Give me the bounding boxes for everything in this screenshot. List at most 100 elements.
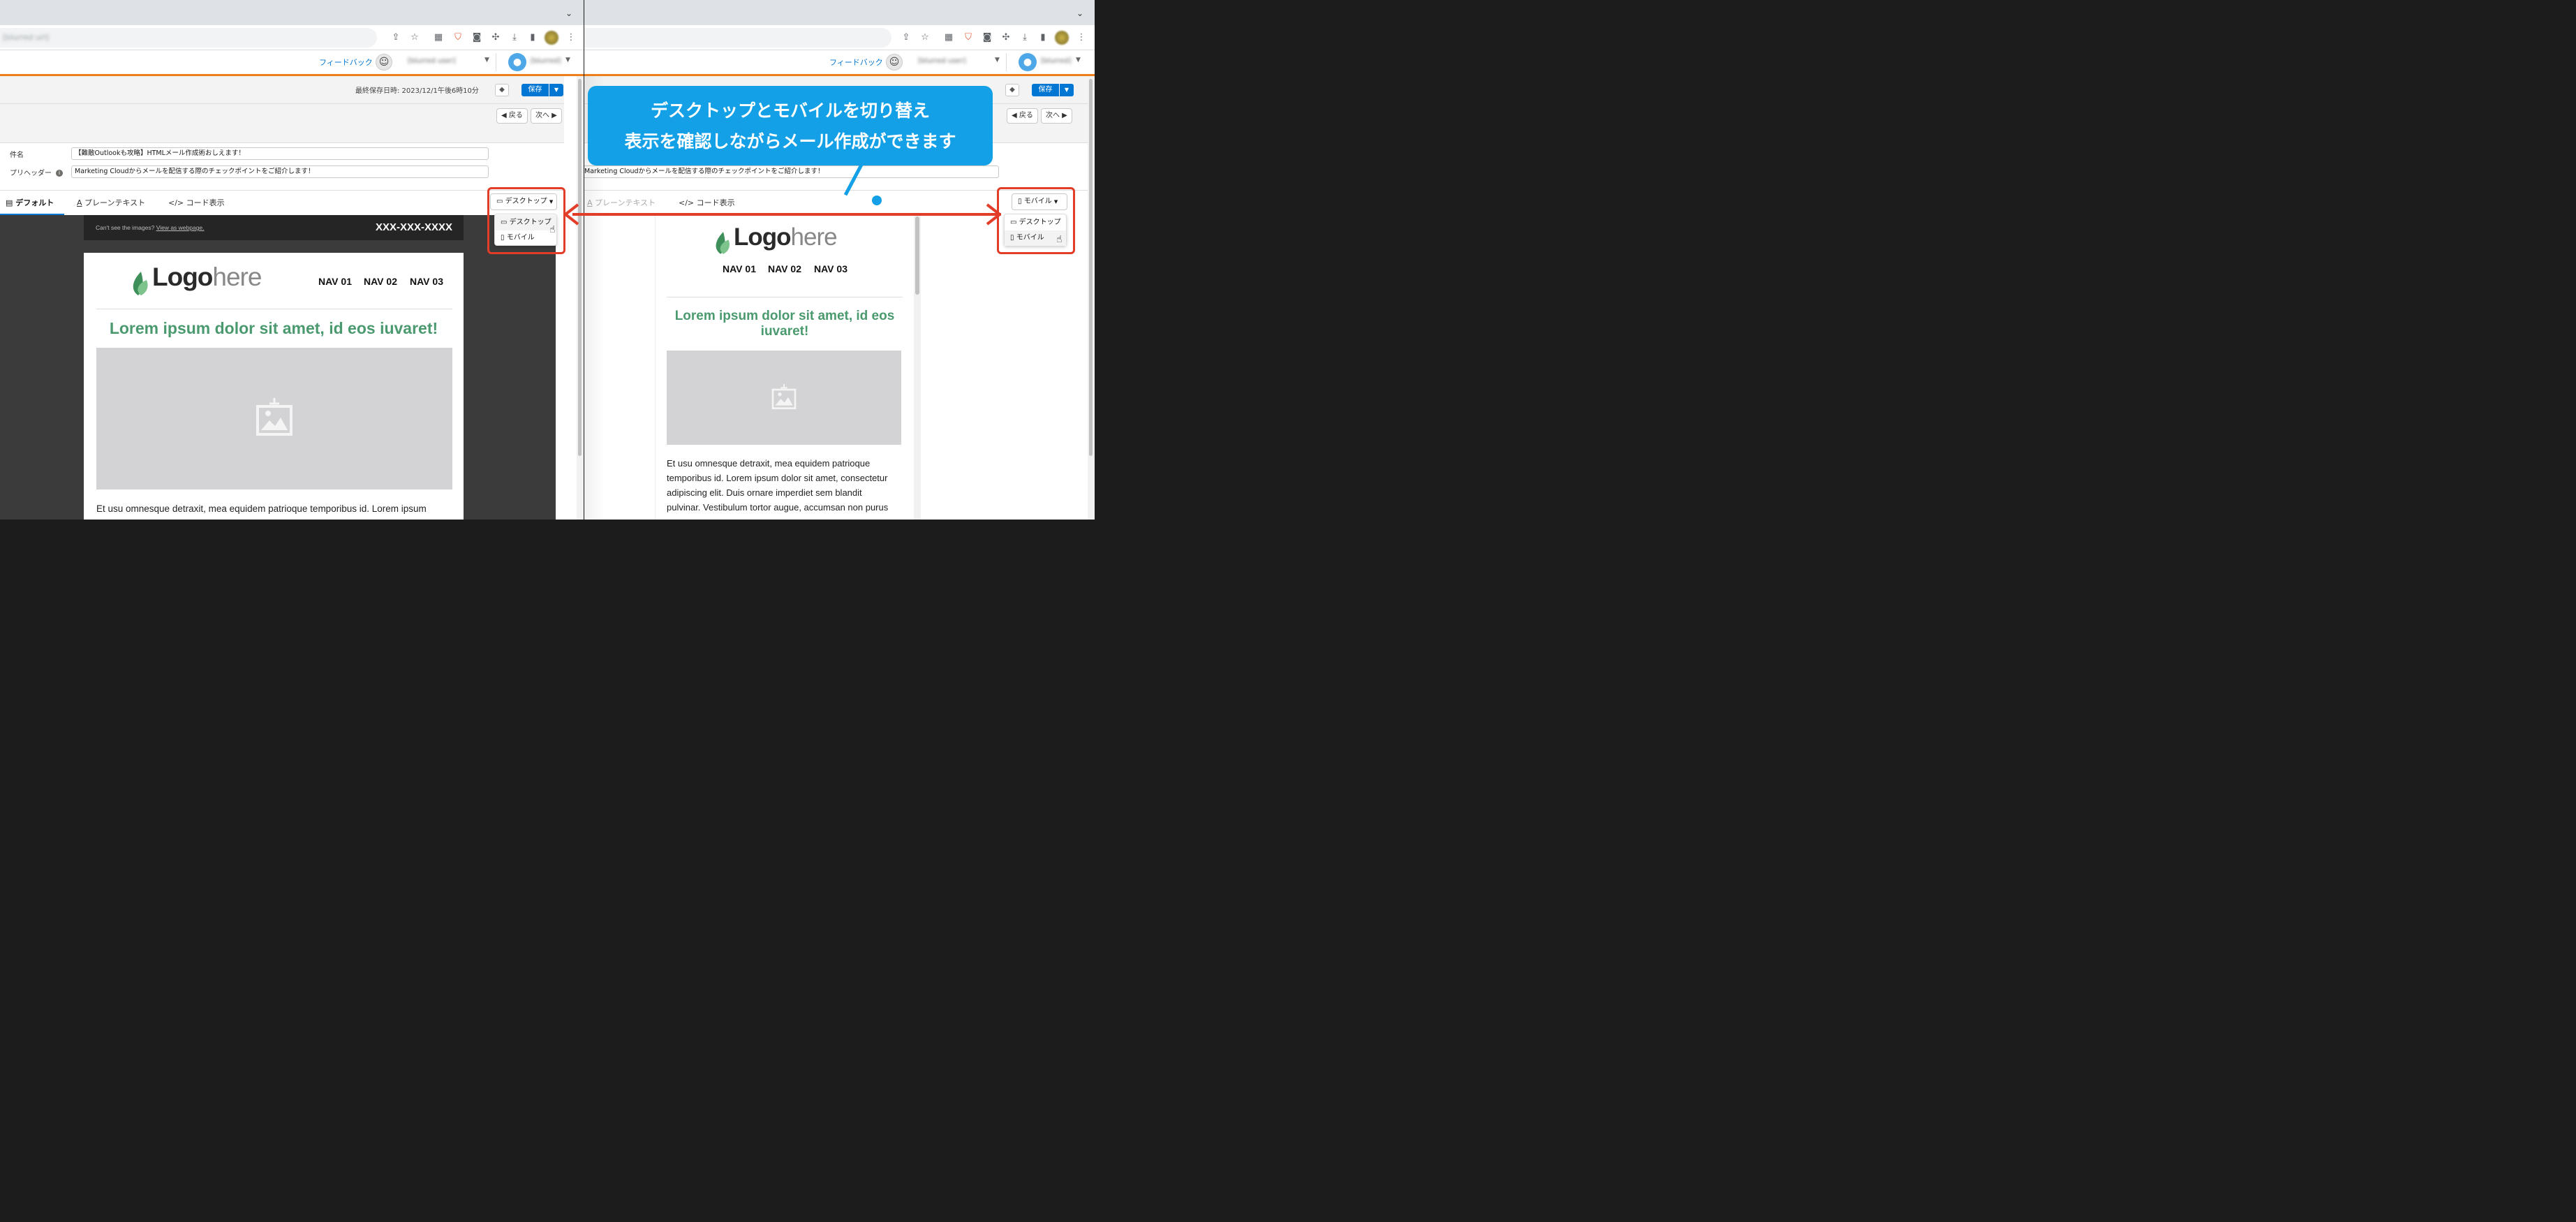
profile-avatar-icon[interactable] <box>1055 31 1069 45</box>
email-nav-1[interactable]: NAV 01 <box>318 276 352 287</box>
user-name-blurred: [blurred] <box>531 57 561 65</box>
callout-line-2: 表示を確認しながらメール作成ができます <box>624 131 956 152</box>
feedback-link[interactable]: フィードバック <box>829 57 883 68</box>
tab-default[interactable]: ▤ デフォルト <box>6 197 54 208</box>
address-bar[interactable] <box>584 28 891 47</box>
tag-icon[interactable]: ◆ <box>1005 84 1019 96</box>
scrollbar-thumb[interactable] <box>915 216 919 295</box>
email-preheader-bar: Can't see the images? View as webpage. X… <box>84 215 464 240</box>
phone-number: XXX-XXX-XXXX <box>375 221 452 233</box>
page-scrollbar[interactable] <box>577 76 584 520</box>
caret-down-icon[interactable]: ▼ <box>565 57 570 64</box>
email-nav-3[interactable]: NAV 03 <box>410 276 443 287</box>
page-scrollbar[interactable] <box>1088 76 1095 520</box>
chevron-down-icon[interactable]: ⌄ <box>1076 8 1083 18</box>
tag-icon[interactable]: ◆ <box>495 84 509 96</box>
headline-line-2: iuvaret! <box>760 324 809 339</box>
email-nav-3[interactable]: NAV 03 <box>814 263 847 274</box>
star-icon[interactable]: ☆ <box>409 32 420 43</box>
tab-code-view-label: コード表示 <box>186 198 225 207</box>
arrow-head-right-icon <box>986 203 1001 226</box>
email-body-card: Logohere NAV 01 NAV 02 NAV 03 Lorem ipsu… <box>656 215 914 520</box>
puzzle-icon[interactable]: ✣ <box>1000 32 1012 43</box>
einstein-avatar-icon: ☺ <box>376 54 392 71</box>
next-button[interactable]: 次へ ▶ <box>1041 108 1072 124</box>
star-icon[interactable]: ☆ <box>919 32 931 43</box>
wizard-nav: ◀ 戻る 次へ ▶ <box>0 104 564 143</box>
kebab-menu-icon[interactable]: ⋮ <box>565 32 577 43</box>
chevron-down-icon[interactable]: ⌄ <box>565 8 572 18</box>
save-button[interactable]: 保存 <box>1032 84 1059 96</box>
preheader-field[interactable]: Marketing Cloudからメールを配信する際のチェックポイントをご紹介し… <box>584 165 999 178</box>
salesforce-header: フィードバック ☺ [blurred user] ▼ ● [blurred] ▼ <box>584 50 1095 74</box>
share-icon[interactable]: ⇪ <box>901 32 912 43</box>
salesforce-header: フィードバック ☺ [blurred user] ▼ ● [blurred] ▼ <box>0 50 584 74</box>
caret-down-icon[interactable]: ▼ <box>1076 57 1081 64</box>
preheader-text: Can't see the images? View as webpage. <box>96 224 205 231</box>
callout-pointer-dot <box>872 196 882 205</box>
callout-line-1: デスクトップとモバイルを切り替え <box>650 101 930 121</box>
save-menu-caret-icon[interactable]: ▼ <box>1060 84 1074 96</box>
subject-label: 件名 <box>10 152 24 159</box>
browser-tab-strip: ⌄ <box>584 0 1095 25</box>
page-scrollbar-thumb[interactable] <box>578 79 582 456</box>
address-bar[interactable]: [blurred url] <box>0 28 377 47</box>
view-webpage-link[interactable]: View as webpage. <box>156 224 205 231</box>
share-icon[interactable]: ⇪ <box>390 32 401 43</box>
dropdown-highlight-frame <box>997 187 1075 254</box>
org-name-blurred: [blurred user] <box>918 57 966 65</box>
preheader-label-text: プリヘッダー <box>10 170 52 177</box>
puzzle-icon[interactable]: ✣ <box>490 32 501 43</box>
camera-icon[interactable]: ◙ <box>471 32 482 43</box>
page-scrollbar-thumb[interactable] <box>1089 79 1093 456</box>
profile-avatar-icon[interactable] <box>545 31 558 45</box>
preheader-field[interactable]: Marketing Cloudからメールを配信する際のチェックポイントをご紹介し… <box>71 165 489 178</box>
double-arrow-line <box>572 213 1001 216</box>
back-button[interactable]: ◀ 戻る <box>496 108 528 124</box>
sidebar-icon[interactable]: ▮ <box>1037 32 1049 43</box>
camera-icon[interactable]: ◙ <box>982 32 993 43</box>
logo-bold: Logo <box>152 263 213 291</box>
tab-code-view[interactable]: </> コード表示 <box>168 197 225 208</box>
user-avatar[interactable]: ● <box>508 53 526 71</box>
tab-default-label: デフォルト <box>15 198 54 207</box>
caret-down-icon[interactable]: ▼ <box>484 57 489 64</box>
user-avatar[interactable]: ● <box>1019 53 1037 71</box>
leaf-logo-icon <box>716 231 730 254</box>
feedback-link[interactable]: フィードバック <box>319 57 373 68</box>
back-button[interactable]: ◀ 戻る <box>1007 108 1038 124</box>
text-icon: A <box>77 198 82 207</box>
save-menu-caret-icon[interactable]: ▼ <box>549 84 563 96</box>
sidebar-icon[interactable]: ▮ <box>527 32 538 43</box>
info-icon[interactable]: i <box>56 170 63 177</box>
save-button[interactable]: 保存 <box>521 84 549 96</box>
subject-field[interactable]: 【難敵Outlookも攻略】HTMLメール作成術おしえます！ <box>71 147 489 160</box>
email-nav-1[interactable]: NAV 01 <box>723 263 756 274</box>
extension-shield-icon[interactable]: ⛉ <box>452 32 464 43</box>
download-icon[interactable]: ⤓ <box>509 32 520 43</box>
image-placeholder <box>667 351 901 445</box>
preview-scrollbar[interactable] <box>914 215 921 520</box>
tab-plain-text[interactable]: A プレーンテキスト <box>77 197 145 208</box>
caret-down-icon[interactable]: ▼ <box>995 57 1000 64</box>
callout-bubble: デスクトップとモバイルを切り替え 表示を確認しながらメール作成ができます <box>588 86 993 165</box>
tab-plain-text-label: プレーンテキスト <box>84 198 146 207</box>
code-icon: </> <box>168 198 184 207</box>
browser-toolbar: [blurred url] ⇪ ☆ ▦ ⛉ ◙ ✣ ⤓ ▮ ⋮ <box>0 25 584 50</box>
email-nav-2[interactable]: NAV 02 <box>768 263 801 274</box>
next-button[interactable]: 次へ ▶ <box>531 108 562 124</box>
kebab-menu-icon[interactable]: ⋮ <box>1076 32 1087 43</box>
logo-light: here <box>212 263 262 291</box>
image-placeholder <box>96 348 452 489</box>
email-nav-2[interactable]: NAV 02 <box>364 276 397 287</box>
qr-code-icon[interactable]: ▦ <box>943 32 954 43</box>
download-icon[interactable]: ⤓ <box>1019 32 1030 43</box>
image-icon <box>771 384 797 409</box>
tab-code-view[interactable]: </> コード表示 <box>679 197 735 208</box>
preheader-question: Can't see the images? <box>96 224 155 231</box>
extension-shield-icon[interactable]: ⛉ <box>963 32 974 43</box>
divider <box>1006 53 1007 71</box>
image-icon <box>256 398 293 436</box>
code-icon: </> <box>679 198 695 207</box>
qr-code-icon[interactable]: ▦ <box>433 32 444 43</box>
